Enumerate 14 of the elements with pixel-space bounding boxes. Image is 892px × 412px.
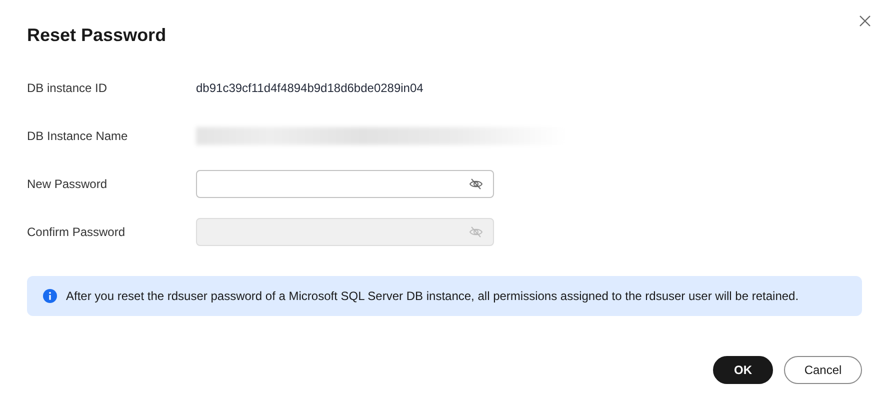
- ok-button[interactable]: OK: [713, 356, 773, 384]
- cancel-button[interactable]: Cancel: [784, 356, 862, 384]
- close-icon: [859, 15, 871, 27]
- close-button[interactable]: [857, 13, 873, 29]
- instance-id-value: db91c39cf11d4f4894b9d18d6bde0289in04: [196, 81, 424, 95]
- info-icon: [43, 289, 57, 303]
- password-field[interactable]: [196, 170, 494, 198]
- field-label: New Password: [27, 177, 108, 191]
- hidden-eye-icon[interactable]: [469, 178, 483, 190]
- field-label: DB instance ID: [27, 81, 108, 95]
- field-label: Confirm Password: [27, 225, 126, 239]
- dialog-title: Reset Password: [27, 24, 168, 47]
- field-label: DB Instance Name: [27, 129, 129, 143]
- notice-text: After you reset the rdsuser password of a Microsoft SQL Server DB instance, all permissions assigned to the rdsuser user will be retained.: [66, 289, 799, 303]
